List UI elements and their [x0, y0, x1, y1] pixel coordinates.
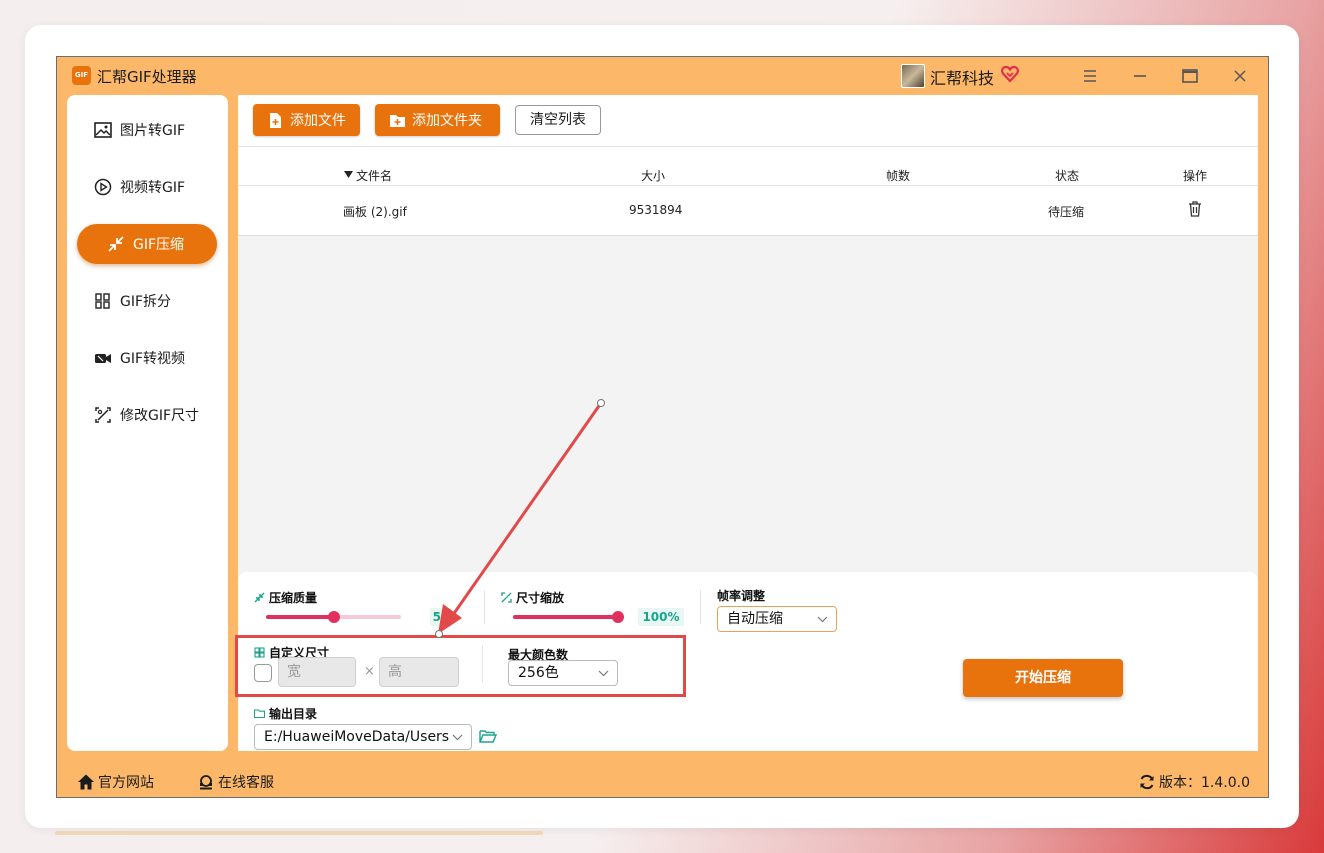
menu-icon[interactable]	[1079, 65, 1101, 87]
framerate-select[interactable]: 自动压缩	[717, 606, 837, 632]
row-filename: 画板 (2).gif	[343, 205, 407, 219]
annotation-highlight-box	[235, 635, 686, 697]
sidebar-item-gif-compress[interactable]: GIF压缩	[77, 224, 217, 264]
column-header-actions: 操作	[1183, 169, 1208, 183]
clear-list-button[interactable]: 清空列表	[515, 105, 601, 135]
home-icon	[78, 774, 94, 790]
app-logo-icon: GIF	[72, 66, 91, 85]
brand-name: 汇帮科技	[930, 69, 995, 88]
output-dir-select[interactable]: E:/HuaweiMoveData/Users	[254, 724, 472, 750]
sidebar-item-resize-gif[interactable]: 修改GIF尺寸	[77, 395, 217, 435]
add-file-label: 添加文件	[290, 113, 346, 129]
chevron-down-icon	[452, 734, 463, 741]
quality-slider-fill	[266, 615, 334, 619]
scale-value: 100%	[638, 608, 684, 626]
quality-value: 50	[430, 608, 452, 626]
sidebar-item-label: GIF转视频	[120, 351, 186, 367]
sidebar-item-gif-split[interactable]: GIF拆分	[77, 281, 217, 321]
video-icon	[95, 354, 111, 363]
sort-down-icon[interactable]	[344, 171, 353, 178]
split-icon	[95, 293, 110, 309]
minimize-icon[interactable]	[1129, 65, 1151, 87]
official-website-link[interactable]: 官方网站	[77, 772, 154, 792]
add-folder-icon	[390, 114, 405, 127]
add-file-button[interactable]: 添加文件	[253, 104, 360, 136]
play-icon	[94, 178, 112, 196]
add-folder-label: 添加文件夹	[412, 113, 482, 129]
compress-small-icon	[254, 592, 265, 603]
version-info: 版本：1.4.0.0	[1138, 772, 1250, 792]
quality-label: 压缩质量	[254, 589, 317, 606]
divider	[700, 590, 701, 624]
sidebar-item-label: 图片转GIF	[120, 123, 186, 139]
sidebar: 图片转GIF 视频转GIF GIF压缩 GIF拆分 GIF转视频 修改GIF尺寸	[67, 95, 228, 751]
sidebar-item-gif-to-video[interactable]: GIF转视频	[77, 338, 217, 378]
app-title: 汇帮GIF处理器	[97, 68, 197, 86]
chevron-down-icon	[817, 616, 828, 623]
refresh-icon	[1140, 774, 1154, 790]
title-bar: GIF 汇帮GIF处理器 汇帮科技	[57, 57, 1268, 95]
headset-icon	[200, 775, 212, 790]
row-size: 9531894	[629, 203, 683, 217]
quality-slider-knob[interactable]	[327, 611, 340, 623]
scale-slider[interactable]	[513, 611, 624, 623]
scale-slider-fill	[513, 615, 618, 619]
output-dir-label: 输出目录	[254, 705, 317, 722]
quality-slider[interactable]	[266, 611, 401, 623]
add-file-icon	[270, 112, 281, 128]
row-status: 待压缩	[1048, 205, 1085, 219]
brand-avatar	[901, 64, 925, 88]
sidebar-item-label: 视频转GIF	[120, 180, 186, 196]
heart-icon[interactable]	[1000, 64, 1020, 84]
online-support-link[interactable]: 在线客服	[197, 772, 274, 792]
start-compress-button[interactable]: 开始压缩	[963, 659, 1123, 697]
sidebar-item-image-to-gif[interactable]: 图片转GIF	[77, 110, 217, 150]
add-folder-button[interactable]: 添加文件夹	[375, 104, 500, 136]
column-header-size[interactable]: 大小	[641, 167, 665, 184]
table-divider	[238, 235, 1258, 236]
card-shadow-bar	[55, 831, 543, 835]
divider	[484, 590, 485, 624]
file-table: 文件名 大小 帧数 状态 操作 画板 (2).gif 9531894 待压缩	[238, 146, 1258, 236]
scale-slider-knob[interactable]	[612, 611, 624, 623]
folder-open-icon[interactable]	[479, 729, 497, 744]
close-icon[interactable]	[1229, 65, 1251, 87]
status-bar: 官方网站 在线客服 版本：1.4.0.0	[57, 765, 1268, 799]
compress-icon	[108, 236, 124, 252]
column-header-filename[interactable]: 文件名	[356, 167, 392, 184]
sidebar-item-label: 修改GIF尺寸	[120, 408, 200, 424]
resize-icon	[95, 407, 111, 423]
toolbar: 添加文件 添加文件夹 清空列表	[238, 95, 1258, 146]
sidebar-item-label: GIF压缩	[133, 237, 185, 253]
trash-icon[interactable]	[1188, 201, 1202, 217]
framerate-label: 帧率调整	[717, 589, 766, 603]
column-header-frames[interactable]: 帧数	[886, 167, 910, 184]
column-header-status[interactable]: 状态	[1055, 167, 1079, 184]
folder-icon	[254, 709, 265, 719]
scale-icon	[501, 592, 512, 603]
image-icon	[94, 122, 112, 138]
sidebar-item-label: GIF拆分	[120, 294, 172, 310]
sidebar-item-video-to-gif[interactable]: 视频转GIF	[77, 167, 217, 207]
scale-label: 尺寸缩放	[501, 589, 564, 606]
maximize-icon[interactable]	[1179, 65, 1201, 87]
